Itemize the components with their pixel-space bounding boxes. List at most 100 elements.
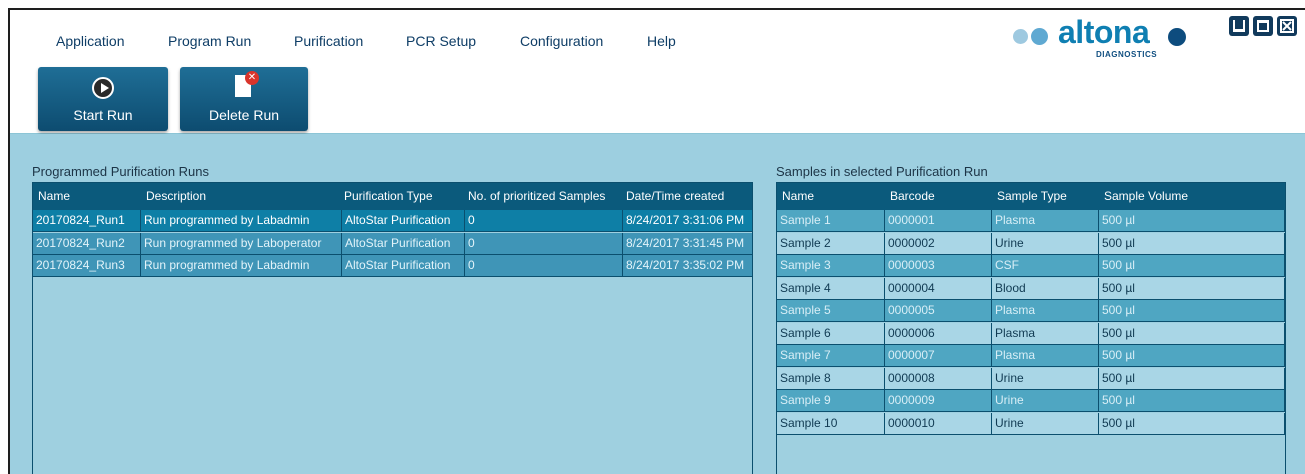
start-run-button[interactable]: Start Run bbox=[38, 67, 168, 131]
table-cell: AltoStar Purification bbox=[342, 210, 465, 232]
toolbar: Start Run ✕ Delete Run bbox=[10, 66, 1305, 134]
table-cell: Sample 3 bbox=[777, 255, 885, 277]
col-barcode[interactable]: Barcode bbox=[890, 189, 935, 203]
table-cell: 500 µl bbox=[1099, 232, 1285, 255]
table-row[interactable]: Sample 10 0000010 Urine 500 µl bbox=[777, 412, 1285, 435]
table-cell: 500 µl bbox=[1099, 210, 1285, 232]
table-row[interactable]: Sample 3 0000003 CSF 500 µl bbox=[777, 255, 1285, 277]
table-row[interactable]: 20170824_Run1 Run programmed by Labadmin A… bbox=[33, 210, 752, 232]
runs-title: Programmed Purification Runs bbox=[32, 164, 210, 179]
delete-run-button[interactable]: ✕ Delete Run bbox=[180, 67, 308, 131]
col-description[interactable]: Description bbox=[146, 189, 206, 203]
samples-title: Samples in selected Purification Run bbox=[776, 164, 988, 179]
table-cell: 0000005 bbox=[885, 300, 992, 322]
table-cell: 0000002 bbox=[885, 232, 992, 255]
col-purification-type[interactable]: Purification Type bbox=[344, 189, 433, 203]
samples-table: Name Barcode Sample Type Sample Volume S… bbox=[776, 182, 1286, 474]
table-row[interactable]: 20170824_Run2 Run programmed by Laboperat… bbox=[33, 232, 752, 255]
main-content: Programmed Purification Runs Name Descri… bbox=[10, 134, 1305, 474]
table-cell: Urine bbox=[992, 412, 1099, 435]
table-cell: Sample 10 bbox=[777, 412, 885, 435]
table-cell: Run programmed by Laboperator bbox=[141, 232, 342, 255]
table-cell: 0000001 bbox=[885, 210, 992, 232]
close-button[interactable] bbox=[1277, 16, 1297, 36]
menu-bar: Application Program Run Purification PCR… bbox=[10, 10, 1305, 66]
table-cell: Plasma bbox=[992, 322, 1099, 345]
play-icon bbox=[92, 77, 114, 99]
table-row[interactable]: Sample 4 0000004 Blood 500 µl bbox=[777, 277, 1285, 300]
menu-help[interactable]: Help bbox=[647, 33, 676, 49]
col-date-created[interactable]: Date/Time created bbox=[626, 189, 724, 203]
table-cell: Sample 8 bbox=[777, 367, 885, 390]
table-cell: 0000008 bbox=[885, 367, 992, 390]
col-sample-type[interactable]: Sample Type bbox=[997, 189, 1067, 203]
table-row[interactable]: Sample 8 0000008 Urine 500 µl bbox=[777, 367, 1285, 390]
table-cell: Sample 5 bbox=[777, 300, 885, 322]
table-cell: 0000010 bbox=[885, 412, 992, 435]
table-cell: AltoStar Purification bbox=[342, 232, 465, 255]
table-row[interactable]: Sample 5 0000005 Plasma 500 µl bbox=[777, 300, 1285, 322]
table-cell: Urine bbox=[992, 390, 1099, 412]
table-cell: Sample 6 bbox=[777, 322, 885, 345]
menu-application[interactable]: Application bbox=[56, 33, 125, 49]
table-cell: Run programmed by Labadmin bbox=[141, 255, 342, 277]
table-cell: 0000009 bbox=[885, 390, 992, 412]
table-cell: 8/24/2017 3:31:45 PM bbox=[623, 233, 752, 255]
minimize-button[interactable] bbox=[1229, 16, 1249, 36]
table-cell: 0000003 bbox=[885, 255, 992, 277]
table-cell: 0000007 bbox=[885, 345, 992, 367]
table-cell: 0000004 bbox=[885, 277, 992, 300]
table-cell: Sample 4 bbox=[777, 277, 885, 300]
maximize-icon bbox=[1257, 20, 1269, 32]
table-row[interactable]: Sample 1 0000001 Plasma 500 µl bbox=[777, 210, 1285, 232]
table-cell: 500 µl bbox=[1099, 255, 1285, 277]
col-name[interactable]: Name bbox=[38, 189, 70, 203]
table-cell: Run programmed by Labadmin bbox=[141, 210, 342, 232]
table-row[interactable]: Sample 6 0000006 Plasma 500 µl bbox=[777, 322, 1285, 345]
menu-program-run[interactable]: Program Run bbox=[168, 33, 251, 49]
logo-wordmark: altona bbox=[1058, 14, 1150, 50]
table-cell: 500 µl bbox=[1099, 277, 1285, 300]
table-cell: Urine bbox=[992, 367, 1099, 390]
table-cell: AltoStar Purification bbox=[342, 255, 465, 277]
menu-pcr-setup[interactable]: PCR Setup bbox=[406, 33, 476, 49]
maximize-button[interactable] bbox=[1253, 16, 1273, 36]
runs-table-header: Name Description Purification Type No. o… bbox=[33, 183, 752, 210]
table-cell: 20170824_Run3 bbox=[33, 255, 141, 277]
app-window: Application Program Run Purification PCR… bbox=[8, 8, 1305, 474]
col-prioritized-samples[interactable]: No. of prioritized Samples bbox=[468, 189, 605, 203]
table-cell: 0 bbox=[465, 232, 623, 255]
table-cell: Blood bbox=[992, 277, 1099, 300]
menu-purification[interactable]: Purification bbox=[294, 33, 363, 49]
logo-subtitle: DIAGNOSTICS bbox=[1096, 50, 1158, 59]
table-cell: 500 µl bbox=[1099, 412, 1285, 435]
table-cell: Plasma bbox=[992, 345, 1099, 367]
table-row[interactable]: 20170824_Run3 Run programmed by Labadmin A… bbox=[33, 255, 752, 277]
table-cell: 500 µl bbox=[1099, 345, 1285, 367]
col-sample-name[interactable]: Name bbox=[782, 189, 814, 203]
close-icon bbox=[1280, 19, 1294, 33]
table-cell: CSF bbox=[992, 255, 1099, 277]
table-cell: Sample 9 bbox=[777, 390, 885, 412]
col-sample-volume[interactable]: Sample Volume bbox=[1104, 189, 1188, 203]
table-cell: Urine bbox=[992, 232, 1099, 255]
table-cell: 20170824_Run2 bbox=[33, 232, 141, 255]
table-cell: Sample 2 bbox=[777, 232, 885, 255]
table-cell: 0 bbox=[465, 255, 623, 277]
table-row[interactable]: Sample 7 0000007 Plasma 500 µl bbox=[777, 345, 1285, 367]
table-cell: 0 bbox=[465, 210, 623, 232]
table-cell: Sample 7 bbox=[777, 345, 885, 367]
table-cell: 8/24/2017 3:31:06 PM bbox=[623, 210, 752, 232]
runs-table: Name Description Purification Type No. o… bbox=[32, 182, 753, 474]
altona-logo: altona DIAGNOSTICS bbox=[1010, 14, 1210, 62]
table-row[interactable]: Sample 2 0000002 Urine 500 µl bbox=[777, 232, 1285, 255]
delete-run-label: Delete Run bbox=[208, 107, 280, 123]
table-cell: 500 µl bbox=[1099, 300, 1285, 322]
minimize-icon bbox=[1233, 20, 1245, 32]
menu-configuration[interactable]: Configuration bbox=[520, 33, 603, 49]
table-cell: 8/24/2017 3:35:02 PM bbox=[623, 255, 752, 277]
table-row[interactable]: Sample 9 0000009 Urine 500 µl bbox=[777, 390, 1285, 412]
table-cell: 500 µl bbox=[1099, 322, 1285, 345]
table-cell: 20170824_Run1 bbox=[33, 210, 141, 232]
table-cell: 500 µl bbox=[1099, 390, 1285, 412]
